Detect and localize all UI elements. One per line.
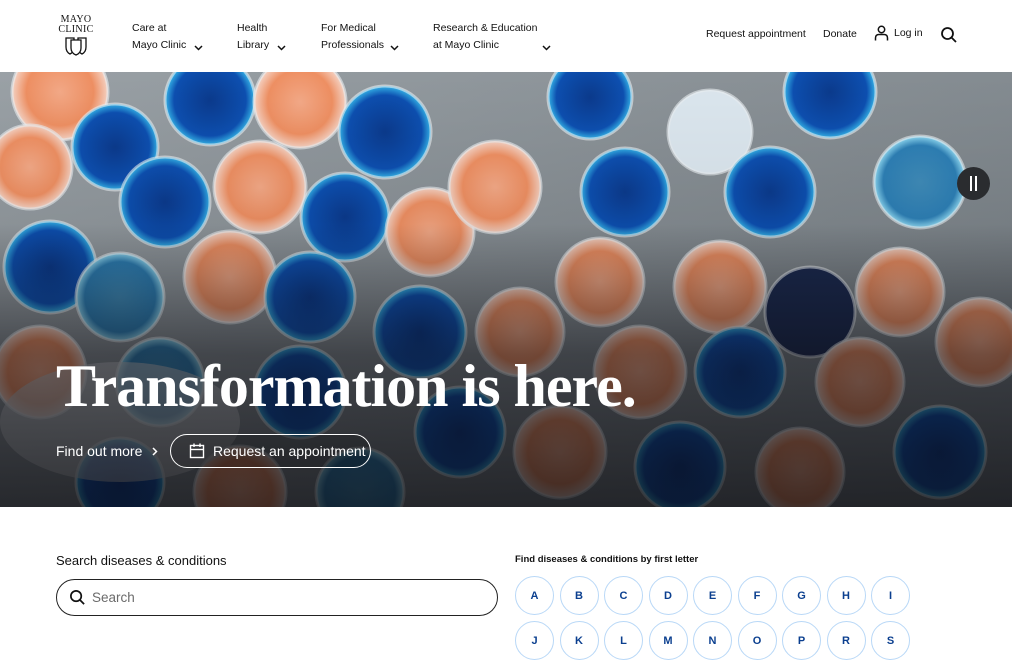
hero-banner bbox=[0, 72, 1012, 507]
find-out-more-link[interactable]: Find out more bbox=[56, 443, 158, 459]
pause-icon-bar bbox=[975, 176, 977, 191]
letter-button-g[interactable]: G bbox=[782, 576, 821, 615]
pause-video-button[interactable] bbox=[957, 167, 990, 200]
logo-wordmark-line2: CLINIC bbox=[58, 24, 94, 35]
hero-title: Transformation is here. bbox=[56, 353, 637, 419]
letter-button-l[interactable]: L bbox=[604, 621, 643, 660]
calendar-icon bbox=[189, 443, 205, 459]
letter-button-p[interactable]: P bbox=[782, 621, 821, 660]
letter-button-e[interactable]: E bbox=[693, 576, 732, 615]
chevron-down-icon bbox=[542, 45, 551, 51]
letter-button-f[interactable]: F bbox=[737, 576, 777, 615]
letter-button-m[interactable]: M bbox=[648, 621, 688, 660]
chevron-right-icon bbox=[152, 446, 158, 456]
search-conditions-field[interactable] bbox=[56, 579, 498, 616]
letter-button-d[interactable]: D bbox=[648, 576, 688, 615]
letter-button-n[interactable]: N bbox=[693, 621, 732, 660]
nav-research-education[interactable]: Research & Education at Mayo Clinic bbox=[433, 20, 558, 53]
login-label: Log in bbox=[894, 27, 923, 39]
letters-heading: Find diseases & conditions by first lett… bbox=[515, 554, 699, 565]
letter-button-a[interactable]: A bbox=[515, 576, 554, 615]
pause-icon-bar bbox=[970, 176, 972, 191]
nav-care-at-mayo-clinic[interactable]: Care at Mayo Clinic bbox=[132, 20, 212, 53]
request-an-appointment-label: Request an appointment bbox=[213, 443, 366, 459]
search-icon bbox=[941, 27, 957, 43]
hero-overlay bbox=[0, 72, 1012, 507]
nav-for-medical-professionals[interactable]: For Medical Professionals bbox=[321, 20, 411, 53]
letter-button-s[interactable]: S bbox=[871, 621, 910, 660]
letter-index: A B C D E F G H I J K L M N O P R S bbox=[515, 576, 915, 660]
site-header: MAYO CLINIC Care at Mayo Clinic Health L… bbox=[0, 0, 1024, 72]
shields-icon bbox=[65, 37, 87, 56]
login-link[interactable]: Log in bbox=[874, 25, 923, 41]
nav-label-line1: For Medical bbox=[321, 22, 376, 34]
search-conditions-label: Search diseases & conditions bbox=[56, 553, 227, 568]
letter-button-b[interactable]: B bbox=[559, 576, 599, 615]
mayo-clinic-logo[interactable]: MAYO CLINIC bbox=[57, 15, 95, 57]
letter-button-o[interactable]: O bbox=[737, 621, 777, 660]
chevron-down-icon bbox=[194, 45, 203, 51]
letter-button-r[interactable]: R bbox=[826, 621, 866, 660]
letter-button-i[interactable]: I bbox=[871, 576, 910, 615]
request-an-appointment-button[interactable]: Request an appointment bbox=[170, 434, 371, 468]
user-icon bbox=[874, 25, 889, 41]
letter-button-c[interactable]: C bbox=[604, 576, 643, 615]
nav-label-line1: Research & Education bbox=[433, 22, 538, 34]
find-out-more-label: Find out more bbox=[56, 443, 143, 459]
header-search-button[interactable] bbox=[940, 26, 958, 44]
chevron-down-icon bbox=[277, 45, 286, 51]
letter-button-h[interactable]: H bbox=[826, 576, 866, 615]
nav-label-line2: at Mayo Clinic bbox=[433, 38, 499, 51]
nav-label-line1: Care at bbox=[132, 22, 167, 34]
nav-health-library[interactable]: Health Library bbox=[237, 20, 297, 53]
request-appointment-link[interactable]: Request appointment bbox=[706, 27, 806, 41]
chevron-down-icon bbox=[390, 45, 399, 51]
nav-label-line1: Health bbox=[237, 22, 268, 34]
donate-link[interactable]: Donate bbox=[823, 27, 857, 41]
letter-button-j[interactable]: J bbox=[515, 621, 554, 660]
nav-label-line2: Library bbox=[237, 38, 270, 51]
letter-button-k[interactable]: K bbox=[559, 621, 599, 660]
search-conditions-input[interactable] bbox=[92, 590, 472, 605]
search-icon bbox=[70, 590, 85, 605]
